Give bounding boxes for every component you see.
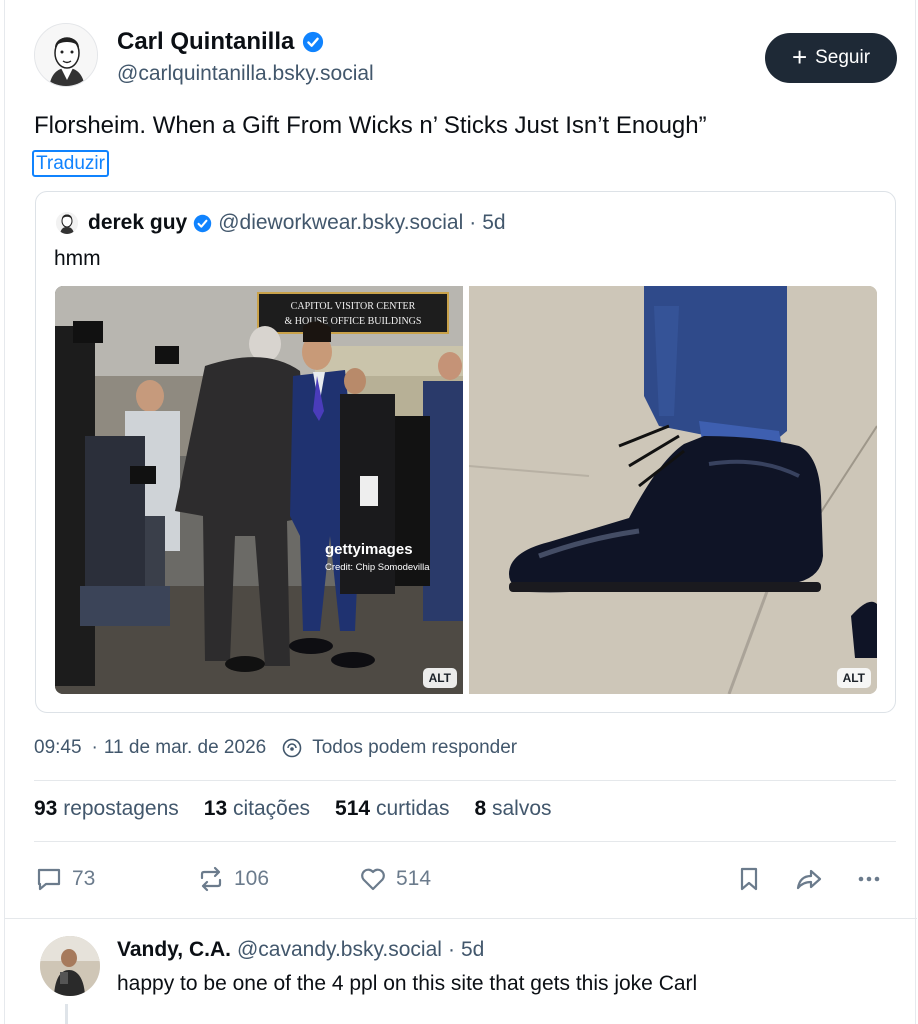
divider — [34, 780, 896, 781]
engagement-stats: 93 repostagens 13 citações 514 curtidas … — [34, 797, 552, 821]
stat-saves[interactable]: 8 salvos — [474, 797, 551, 821]
more-dots-icon — [858, 876, 880, 882]
alt-badge[interactable]: ALT — [422, 668, 457, 688]
divider — [34, 841, 896, 842]
quote-author-handle[interactable]: @dieworkwear.bsky.social — [218, 211, 463, 235]
reply-author-handle[interactable]: @cavandy.bsky.social — [237, 938, 442, 962]
more-options-button[interactable] — [854, 860, 884, 898]
reply-icon — [37, 868, 61, 891]
alt-badge[interactable]: ALT — [836, 668, 871, 688]
quote-author-name[interactable]: derek guy — [88, 211, 187, 235]
sign-line-1: CAPITOL VISITOR CENTER — [291, 301, 416, 312]
reply-author-avatar[interactable] — [40, 936, 100, 996]
author-avatar[interactable] — [34, 23, 98, 87]
action-bar: 73 106 514 — [34, 860, 896, 898]
quote-image-2[interactable]: ALT — [469, 286, 877, 694]
repost-icon — [200, 866, 222, 892]
quote-author-avatar[interactable] — [56, 212, 78, 234]
reply-separator: · — [447, 938, 455, 961]
verified-badge-icon — [194, 214, 212, 232]
post-text: Florsheim. When a Gift From Wicks n’ Sti… — [34, 112, 707, 139]
reply-age: 5d — [460, 938, 485, 961]
reply-setting[interactable]: Todos podem responder — [312, 737, 517, 759]
divider — [5, 918, 917, 919]
follow-label: Seguir — [815, 47, 871, 68]
getty-watermark: gettyimages — [325, 541, 413, 558]
stat-likes[interactable]: 514 curtidas — [335, 797, 449, 821]
reply-author-name[interactable]: Vandy, C.A. — [117, 938, 231, 962]
repost-count: 106 — [234, 867, 270, 890]
follow-button[interactable]: + Seguir — [765, 33, 897, 83]
quote-age: 5d — [482, 211, 506, 234]
like-button[interactable]: 514 — [358, 860, 431, 898]
stat-quotes[interactable]: 13 citações — [204, 797, 310, 821]
plus-icon: + — [791, 42, 808, 72]
post-date[interactable]: 11 de mar. de 2026 — [104, 737, 266, 759]
bookmark-icon — [740, 867, 758, 891]
author-name[interactable]: Carl Quintanilla — [117, 28, 294, 56]
post-time[interactable]: 09:45 — [34, 737, 82, 759]
like-count: 514 — [396, 867, 432, 890]
stat-reposts[interactable]: 93 repostagens — [34, 797, 179, 821]
quote-text: hmm — [54, 247, 101, 270]
quote-header: derek guy @dieworkwear.bsky.social · 5d — [88, 211, 506, 235]
verified-badge-icon — [303, 31, 324, 53]
quote-image-1[interactable]: CAPITOL VISITOR CENTER & HOUSE OFFICE BU… — [55, 286, 463, 694]
post-thread: Carl Quintanilla @carlquintanilla.bsky.s… — [4, 0, 917, 1024]
meta-separator: · — [91, 737, 98, 758]
bookmark-button[interactable] — [734, 860, 764, 898]
photo-credit: Credit: Chip Somodevilla — [325, 562, 430, 573]
press-scene-image: CAPITOL VISITOR CENTER & HOUSE OFFICE BU… — [55, 286, 463, 694]
thread-line — [65, 1004, 68, 1024]
quote-separator: · — [469, 211, 477, 234]
heart-icon — [361, 868, 385, 891]
reply-text: happy to be one of the 4 ppl on this sit… — [117, 972, 698, 995]
shoe-closeup-image — [469, 286, 877, 694]
reply-button[interactable]: 73 — [34, 860, 95, 898]
post-meta: 09:45 · 11 de mar. de 2026 Todos podem r… — [34, 737, 517, 759]
reply-settings-icon — [282, 738, 302, 758]
author-name-row[interactable]: Carl Quintanilla — [117, 28, 324, 56]
reply-count: 73 — [72, 867, 96, 890]
author-handle[interactable]: @carlquintanilla.bsky.social — [117, 62, 374, 86]
quoted-post[interactable]: derek guy @dieworkwear.bsky.social · 5d … — [35, 191, 896, 713]
share-button[interactable] — [794, 860, 824, 898]
repost-button[interactable]: 106 — [196, 860, 269, 898]
translate-link[interactable]: Traduzir — [32, 150, 109, 177]
reply-header: Vandy, C.A. @cavandy.bsky.social · 5d — [117, 938, 484, 962]
share-arrow-icon — [796, 869, 822, 890]
